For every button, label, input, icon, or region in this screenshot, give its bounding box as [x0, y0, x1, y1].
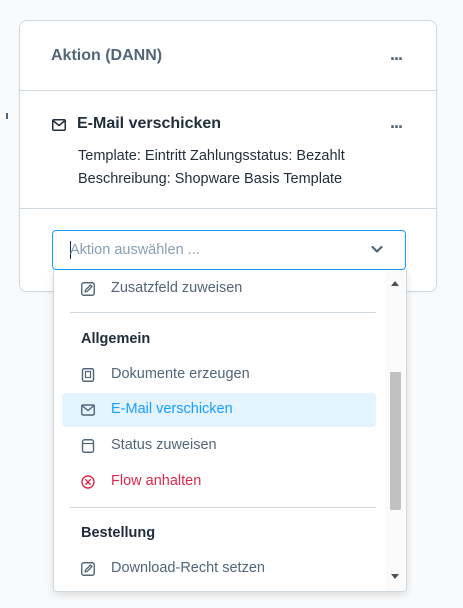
scroll-up-arrow[interactable]: [391, 281, 399, 286]
card-menu-button[interactable]: ...: [390, 45, 403, 63]
scrollbar-thumb[interactable]: [390, 372, 401, 510]
group-label-allgemein: Allgemein: [81, 331, 151, 347]
mail-icon: [52, 119, 66, 131]
option-label: E-Mail verschicken: [111, 401, 233, 417]
option-label: Status zuweisen: [111, 437, 217, 453]
option-e-mail-verschicken[interactable]: E-Mail verschicken: [62, 393, 376, 427]
option-label: Flow anhalten: [111, 473, 202, 489]
card-title: Aktion (DANN): [51, 47, 163, 64]
stop-circle-icon: [81, 475, 95, 489]
chevron-down-icon[interactable]: [371, 245, 383, 254]
document-icon: [81, 368, 95, 382]
action-sequence: E-Mail verschicken ... Template: Eintrit…: [20, 91, 436, 209]
group-divider: [70, 507, 376, 508]
action-select[interactable]: Aktion auswählen ...: [52, 230, 406, 270]
option-dokumente-erzeugen[interactable]: Dokumente erzeugen: [62, 358, 376, 392]
option-status-zuweisen[interactable]: Status zuweisen: [62, 429, 376, 463]
scroll-down-arrow[interactable]: [391, 574, 399, 579]
sequence-template: Template: Eintritt Zahlungsstatus: Bezah…: [78, 148, 345, 164]
dropdown-scrollbar[interactable]: [385, 270, 406, 591]
option-label: Zusatzfeld zuweisen: [111, 280, 243, 296]
option-download-recht-setzen[interactable]: Download-Recht setzen: [62, 552, 376, 586]
option-flow-anhalten[interactable]: Flow anhalten: [62, 465, 376, 499]
option-label: Download-Recht setzen: [111, 560, 265, 576]
group-label-bestellung: Bestellung: [81, 525, 156, 541]
sequence-description: Beschreibung: Shopware Basis Template: [78, 171, 343, 187]
action-search-input[interactable]: Aktion auswählen ...: [70, 242, 200, 258]
pencil-icon: [81, 562, 95, 576]
action-dropdown: Zusatzfeld zuweisen Allgemein Dokumente …: [53, 270, 407, 592]
edge-marker: [6, 113, 8, 119]
group-divider: [70, 312, 376, 313]
pencil-icon: [81, 282, 95, 296]
card-header: Aktion (DANN) ...: [20, 21, 436, 91]
option-label: Dokumente erzeugen: [111, 366, 250, 382]
mail-icon: [81, 404, 95, 416]
status-icon: [81, 439, 95, 453]
sequence-menu-button[interactable]: ...: [390, 113, 403, 131]
sequence-title: E-Mail verschicken: [77, 115, 222, 132]
option-zusatzfeld-zuweisen[interactable]: Zusatzfeld zuweisen: [62, 272, 376, 306]
